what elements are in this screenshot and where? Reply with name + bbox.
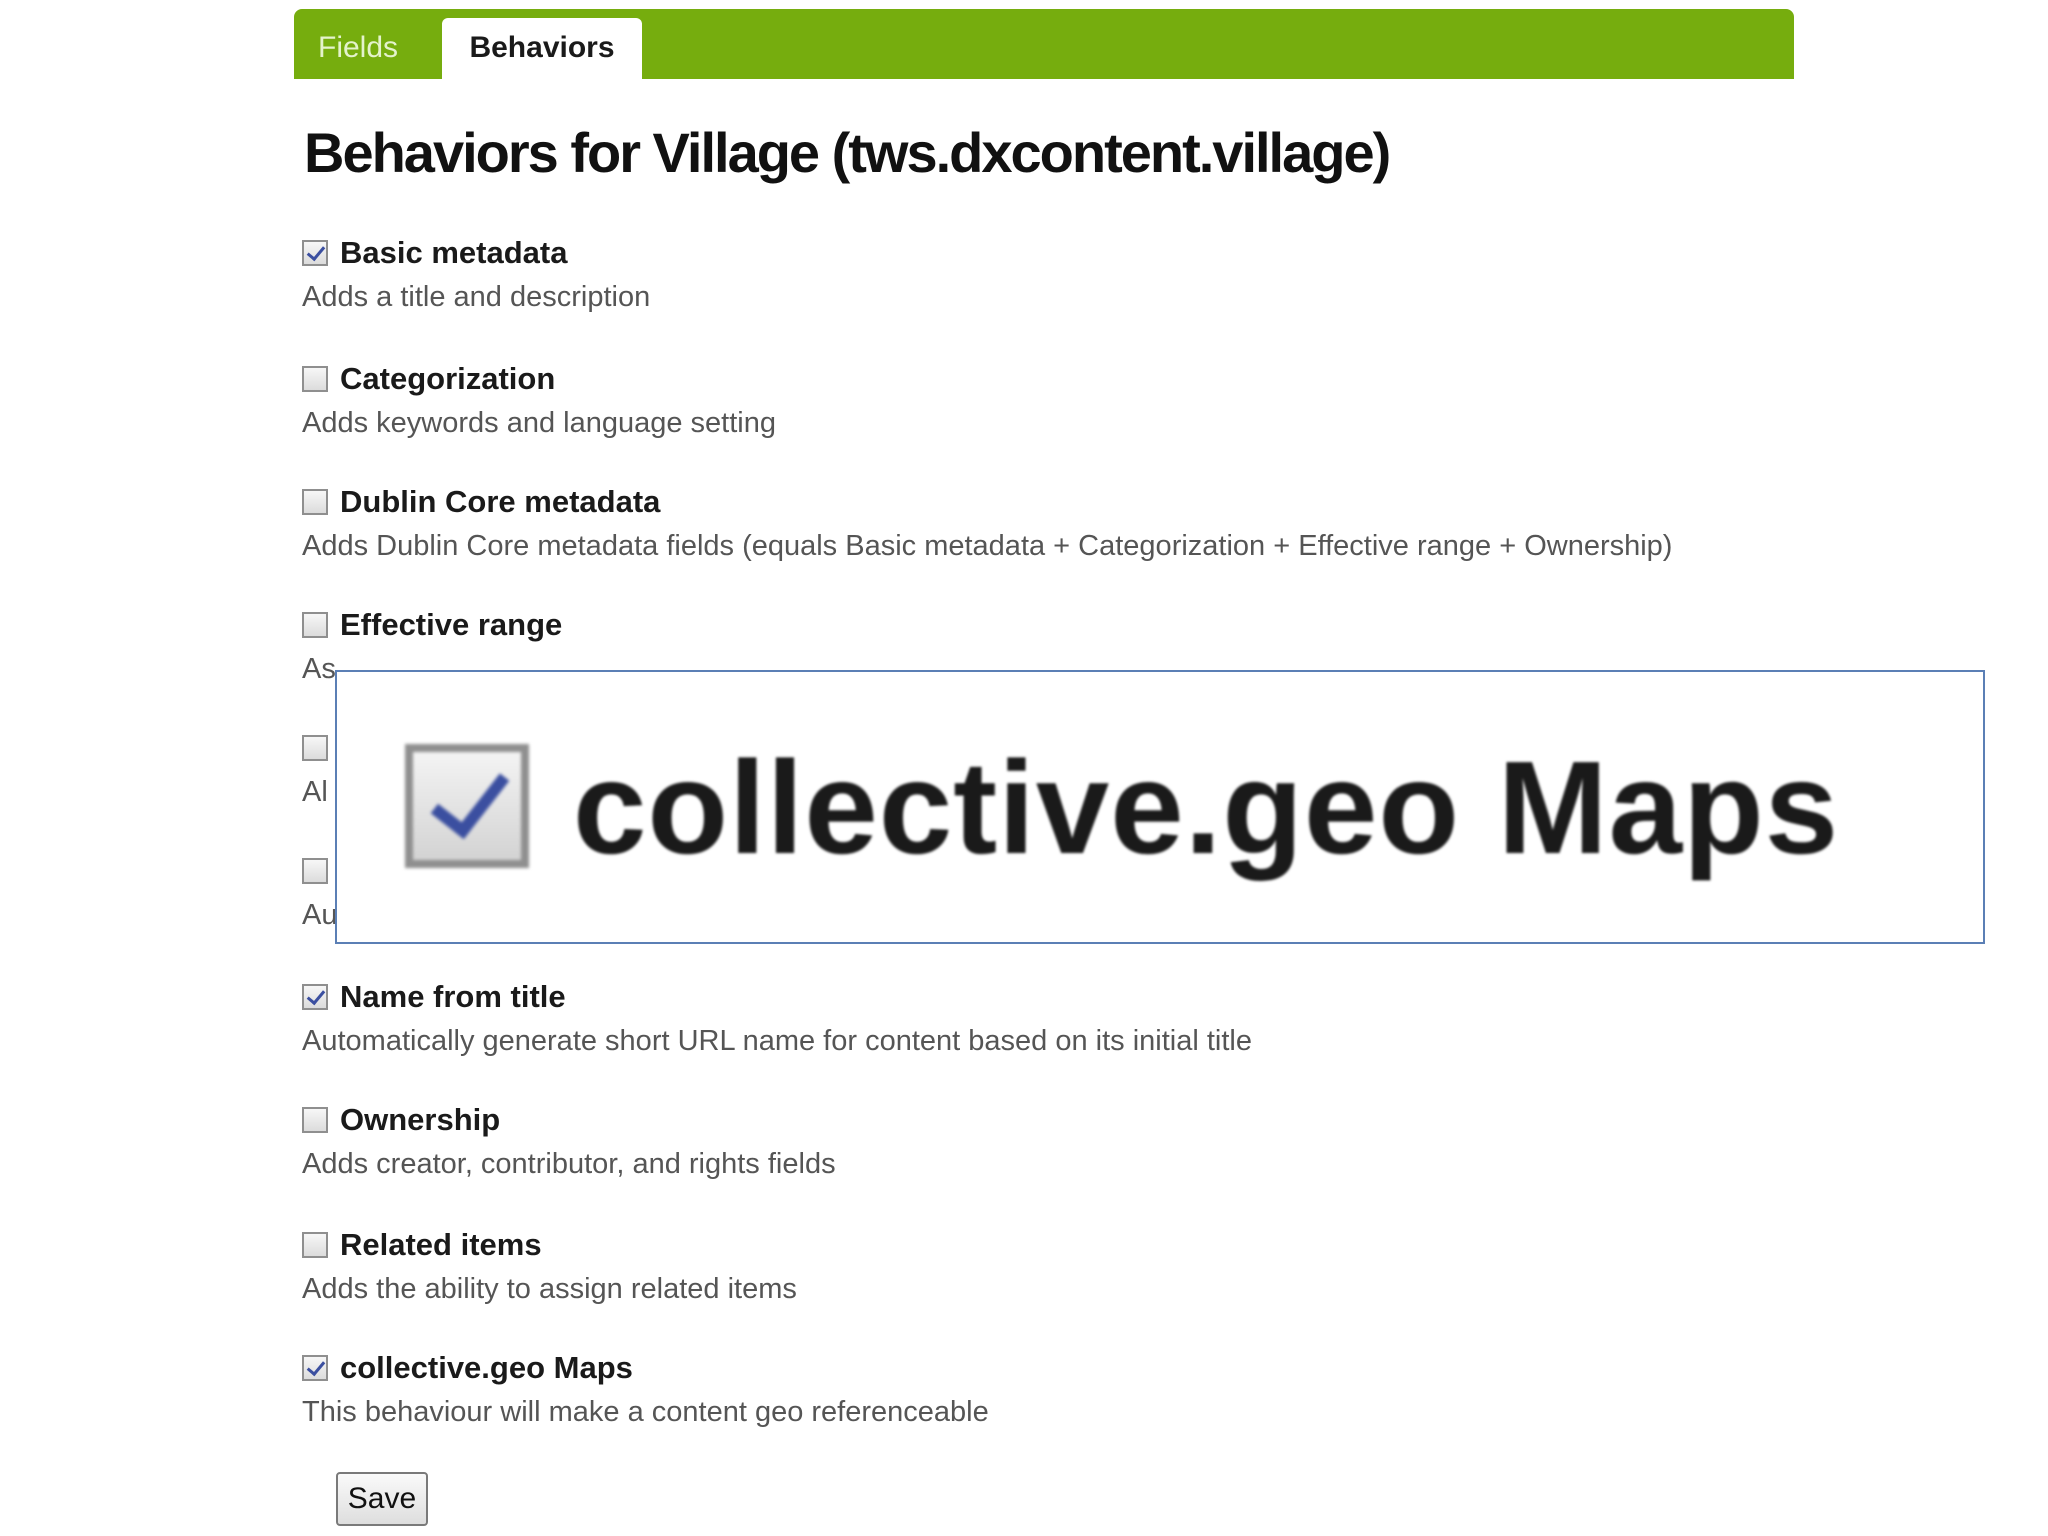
behavior-label: Effective range — [340, 607, 563, 642]
behavior-dublin-core: Dublin Core metadata Adds Dublin Core me… — [302, 482, 1672, 563]
zoom-callout: collective.geo Maps — [335, 670, 1985, 944]
page-title: Behaviors for Village (tws.dxcontent.vil… — [304, 121, 1391, 184]
zoomed-label: collective.geo Maps — [573, 734, 1840, 881]
behavior-description: Automatically generate short URL name fo… — [302, 1025, 1252, 1057]
basic-metadata-checkbox[interactable] — [302, 240, 328, 266]
tab-behaviors[interactable]: Behaviors — [442, 18, 642, 79]
behavior-ownership: Ownership Adds creator, contributor, and… — [302, 1100, 836, 1181]
behavior-label: Ownership — [340, 1102, 501, 1137]
zoomed-checkbox-icon — [405, 744, 529, 868]
save-button[interactable]: Save — [336, 1472, 428, 1526]
behavior-label: Dublin Core metadata — [340, 484, 661, 519]
behavior-label: Basic metadata — [340, 235, 568, 270]
ownership-checkbox[interactable] — [302, 1107, 328, 1133]
collective-geo-maps-checkbox[interactable] — [302, 1355, 328, 1381]
behavior-description: Adds creator, contributor, and rights fi… — [302, 1148, 836, 1180]
behavior-basic-metadata: Basic metadata Adds a title and descript… — [302, 233, 650, 314]
behavior-label: Related items — [340, 1227, 542, 1262]
behavior-label: collective.geo Maps — [340, 1350, 633, 1385]
behavior-name-from-title: Name from title Automatically generate s… — [302, 977, 1252, 1058]
effective-range-checkbox[interactable] — [302, 612, 328, 638]
behavior-description: Adds keywords and language setting — [302, 407, 776, 439]
categorization-checkbox[interactable] — [302, 366, 328, 392]
behavior-label: Categorization — [340, 361, 556, 396]
behavior-description: Adds the ability to assign related items — [302, 1273, 797, 1305]
dublin-core-checkbox[interactable] — [302, 489, 328, 515]
tab-fields[interactable]: Fields — [294, 18, 422, 79]
name-from-title-checkbox[interactable] — [302, 984, 328, 1010]
behavior-description: Adds a title and description — [302, 281, 651, 313]
behavior-related-items: Related items Adds the ability to assign… — [302, 1225, 797, 1306]
behaviors-page: Fields Behaviors Behaviors for Village (… — [0, 0, 2048, 1536]
hidden-behavior-1-checkbox[interactable] — [302, 735, 328, 761]
behavior-label: Name from title — [340, 979, 566, 1014]
tab-bar: Fields Behaviors — [294, 9, 1794, 79]
behavior-collective-geo-maps: collective.geo Maps This behaviour will … — [302, 1348, 989, 1429]
behavior-description: Adds Dublin Core metadata fields (equals… — [302, 530, 1673, 562]
related-items-checkbox[interactable] — [302, 1232, 328, 1258]
hidden-behavior-2-checkbox[interactable] — [302, 858, 328, 884]
behavior-categorization: Categorization Adds keywords and languag… — [302, 359, 776, 440]
behavior-description: This behaviour will make a content geo r… — [302, 1396, 989, 1428]
